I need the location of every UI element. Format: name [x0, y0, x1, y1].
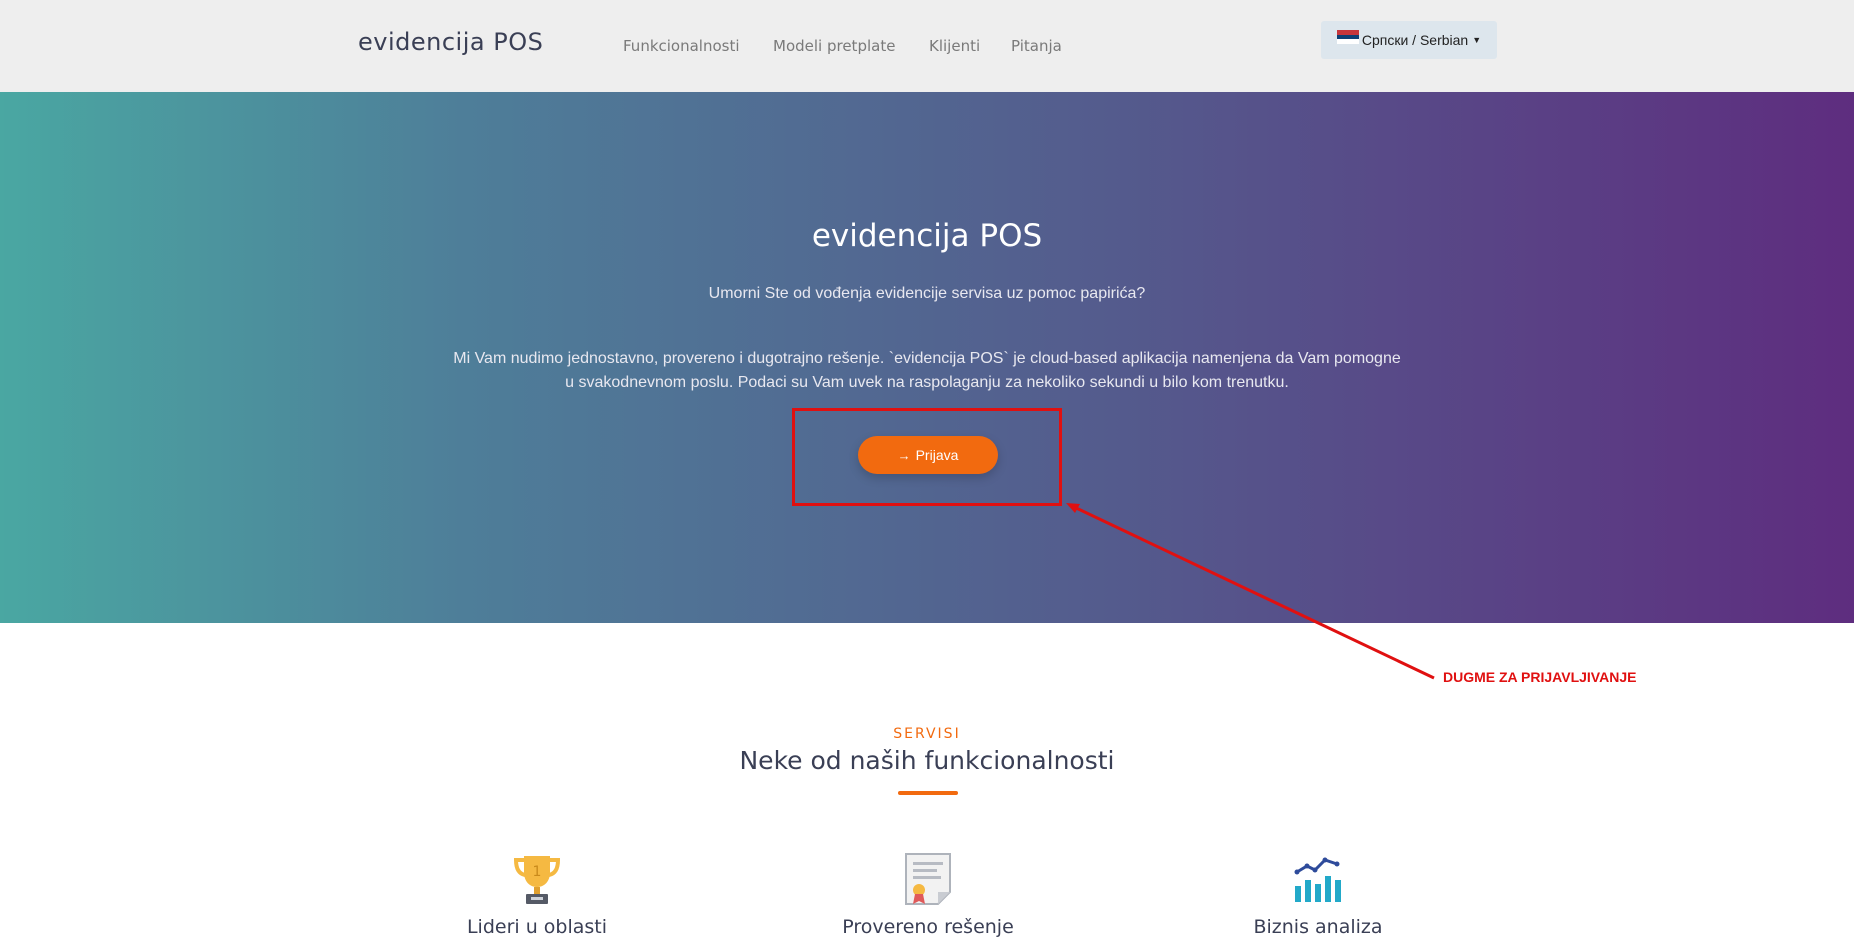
hero-title: evidencija POS	[811, 218, 1043, 254]
caret-down-icon: ▼	[1472, 35, 1482, 45]
svg-text:1: 1	[533, 864, 542, 880]
services-title: Neke od naših funkcionalnosti	[739, 746, 1115, 775]
feature-label: Biznis analiza	[1253, 916, 1383, 938]
nav-link-pitanja[interactable]: Pitanja	[1011, 37, 1062, 55]
annotation-highlight-box	[792, 408, 1062, 506]
certificate-icon	[778, 852, 1078, 906]
trophy-icon: 1	[387, 852, 687, 906]
feature-business-analysis: Biznis analiza	[1168, 852, 1468, 938]
top-navbar: evidencija POS Funkcionalnosti Modeli pr…	[0, 0, 1854, 92]
serbian-flag-icon	[1336, 30, 1359, 44]
nav-link-funkcionalnosti[interactable]: Funkcionalnosti	[623, 37, 740, 55]
feature-label: Provereno rešenje	[842, 916, 1014, 938]
language-dropdown-button[interactable]: Српски / Serbian ▼	[1321, 21, 1497, 59]
services-kicker: SERVISI	[893, 726, 961, 742]
nav-link-klijenti[interactable]: Klijenti	[929, 37, 980, 55]
annotation-label: DUGME ZA PRIJAVLJIVANJE	[1443, 669, 1637, 685]
nav-link-modeli-pretplate[interactable]: Modeli pretplate	[773, 37, 895, 55]
brand-logo-text[interactable]: evidencija POS	[358, 28, 543, 56]
feature-proven-solution: Provereno rešenje	[778, 852, 1078, 938]
hero-description: Mi Vam nudimo jednostavno, provereno i d…	[453, 350, 1401, 391]
feature-label: Lideri u oblasti	[466, 916, 608, 938]
services-divider	[898, 791, 958, 795]
feature-leaders: 1 Lideri u oblasti	[387, 852, 687, 938]
hero-section: evidencija POS Umorni Ste od vođenja evi…	[0, 92, 1854, 623]
hero-subtitle: Umorni Ste od vođenja evidencije servisa…	[708, 285, 1146, 302]
bar-chart-icon	[1168, 852, 1468, 906]
language-label: Српски / Serbian	[1361, 32, 1469, 48]
